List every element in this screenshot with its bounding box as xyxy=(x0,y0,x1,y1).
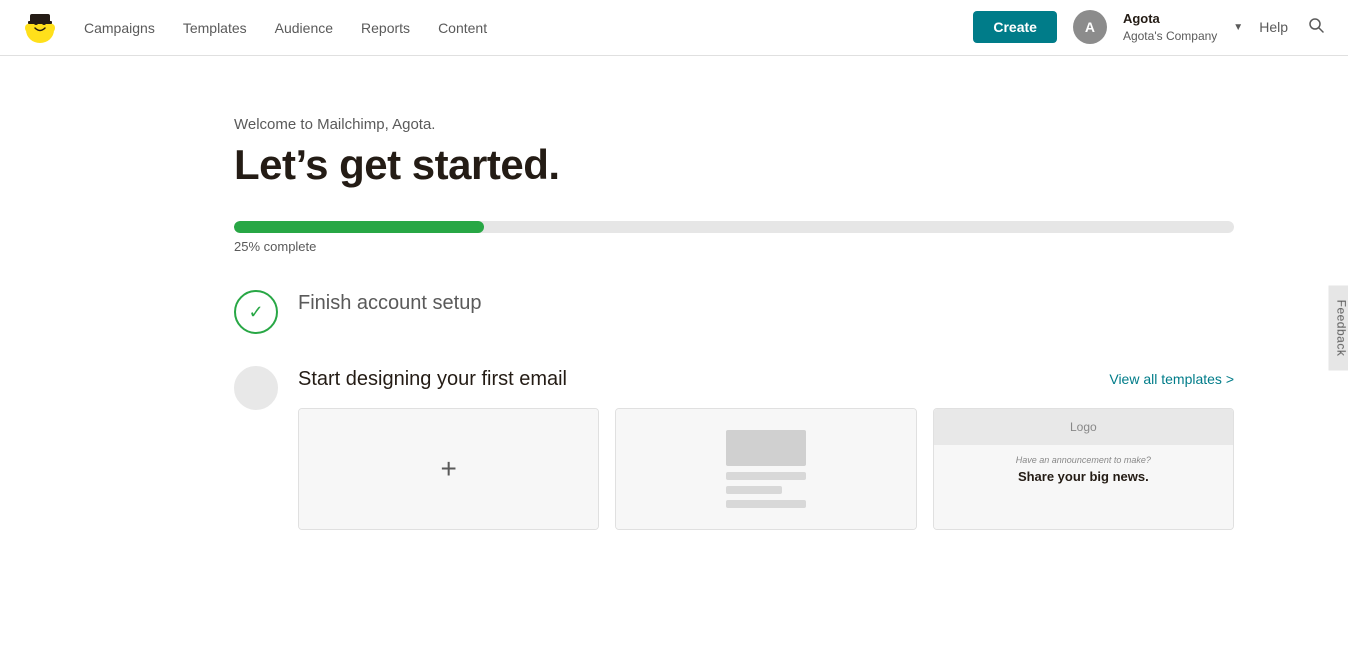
checkmark-icon: ✓ xyxy=(248,302,263,323)
step-title-first-email: Start designing your first email xyxy=(298,366,567,392)
user-name: Agota xyxy=(1123,10,1217,28)
feedback-tab[interactable]: Feedback xyxy=(1329,285,1348,370)
progress-label: 25% complete xyxy=(234,239,1234,254)
steps-container: ✓ Finish account setup Start designing y… xyxy=(234,290,1234,530)
nav-reports[interactable]: Reports xyxy=(361,20,410,36)
welcome-text: Welcome to Mailchimp, Agota. xyxy=(234,116,1234,133)
plus-icon: + xyxy=(440,453,456,485)
step-first-email: Start designing your first email View al… xyxy=(234,366,1234,530)
progress-container: 25% complete xyxy=(234,221,1234,254)
nav-campaigns[interactable]: Campaigns xyxy=(84,20,155,36)
step-circle-completed: ✓ xyxy=(234,290,278,334)
announce-body: Have an announcement to make? Share your… xyxy=(934,445,1233,529)
search-icon[interactable] xyxy=(1304,13,1328,42)
main-content: Welcome to Mailchimp, Agota. Let’s get s… xyxy=(74,56,1274,602)
help-link[interactable]: Help xyxy=(1259,19,1288,35)
nav-right: Create A Agota Agota's Company ▼ Help xyxy=(973,10,1328,45)
announce-headline: Share your big news. xyxy=(946,469,1221,484)
templates-grid: + xyxy=(298,408,1234,530)
step-content-first-email: Start designing your first email View al… xyxy=(298,366,1234,530)
avatar: A xyxy=(1073,10,1107,44)
nav-audience[interactable]: Audience xyxy=(275,20,333,36)
view-all-templates-link[interactable]: View all templates > xyxy=(1109,371,1234,387)
layout-body-bar-3 xyxy=(726,500,806,508)
step-circle-pending xyxy=(234,366,278,410)
template-announce-preview: Logo Have an announcement to make? Share… xyxy=(934,409,1233,529)
layout-header-bar xyxy=(726,430,806,466)
step-account-setup: ✓ Finish account setup xyxy=(234,290,1234,334)
layout-body-bar-1 xyxy=(726,472,806,480)
user-info: Agota Agota's Company xyxy=(1123,10,1217,45)
step-content-account-setup: Finish account setup xyxy=(298,290,1234,316)
template-card-layout[interactable] xyxy=(615,408,916,530)
page-heading: Let’s get started. xyxy=(234,141,1234,189)
create-button[interactable]: Create xyxy=(973,11,1057,43)
templates-header: Start designing your first email View al… xyxy=(298,366,1234,392)
announce-logo-area: Logo xyxy=(934,409,1233,445)
template-card-blank[interactable]: + xyxy=(298,408,599,530)
template-card-announce[interactable]: Logo Have an announcement to make? Share… xyxy=(933,408,1234,530)
nav-links: Campaigns Templates Audience Reports Con… xyxy=(84,20,973,36)
progress-bar-fill xyxy=(234,221,484,233)
layout-body-bar-2 xyxy=(726,486,782,494)
nav-templates[interactable]: Templates xyxy=(183,20,247,36)
announce-tagline: Have an announcement to make? xyxy=(946,455,1221,465)
progress-bar-bg xyxy=(234,221,1234,233)
template-layout-preview xyxy=(616,409,915,529)
user-company: Agota's Company xyxy=(1123,28,1217,45)
navbar: Campaigns Templates Audience Reports Con… xyxy=(0,0,1348,56)
template-blank-preview: + xyxy=(299,409,598,529)
step-title-account-setup: Finish account setup xyxy=(298,292,481,314)
mailchimp-logo[interactable] xyxy=(20,8,60,48)
layout-preview-content xyxy=(726,430,806,508)
nav-content[interactable]: Content xyxy=(438,20,487,36)
chevron-down-icon[interactable]: ▼ xyxy=(1233,22,1243,33)
